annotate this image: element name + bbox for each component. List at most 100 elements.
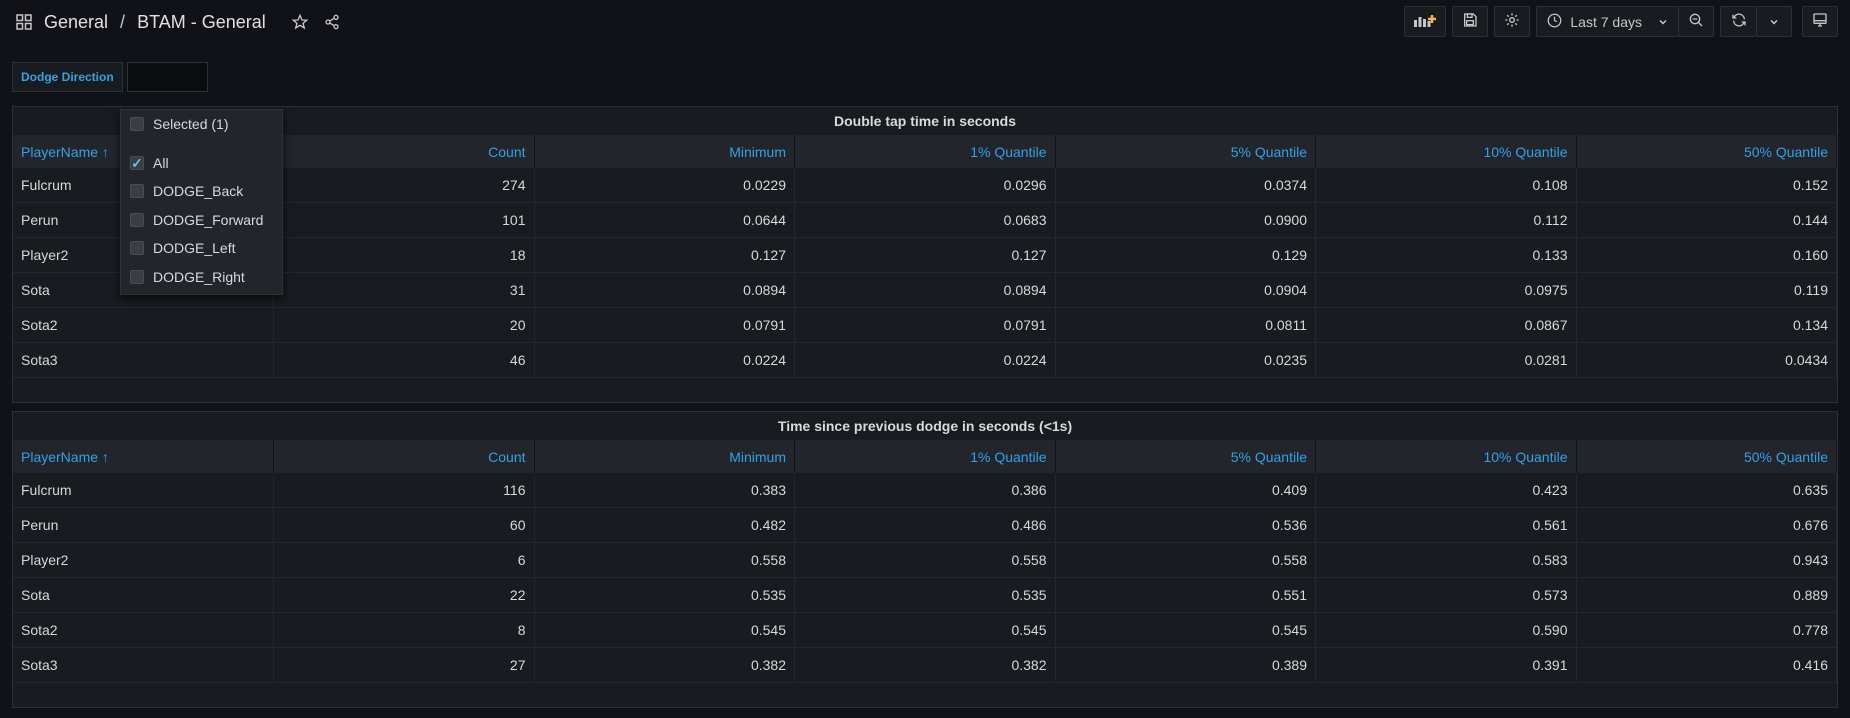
option-item[interactable]: DODGE_Left <box>121 234 282 263</box>
column-header[interactable]: 10% Quantile <box>1315 440 1577 473</box>
table-cell: 0.409 <box>1055 473 1316 508</box>
table-cell: 0.535 <box>794 577 1056 613</box>
table-cell: 0.0644 <box>534 202 795 238</box>
dashboard-title[interactable]: BTAM - General <box>137 12 266 33</box>
table-cell: 0.889 <box>1576 577 1837 613</box>
table-cell: Fulcrum <box>13 473 274 508</box>
column-header[interactable]: 50% Quantile <box>1576 440 1837 473</box>
option-label: DODGE_Left <box>153 240 236 257</box>
share-icon[interactable] <box>320 10 344 34</box>
table-cell: 0.0434 <box>1576 342 1837 378</box>
table-cell: 0.0791 <box>794 307 1056 343</box>
dodge-direction-select[interactable] <box>126 62 208 92</box>
checkbox[interactable] <box>130 241 144 256</box>
chevron-down-icon <box>1658 14 1668 30</box>
time-range-label: Last 7 days <box>1570 13 1642 30</box>
save-dashboard-button[interactable] <box>1452 6 1489 37</box>
table-cell: Sota2 <box>13 307 274 343</box>
variable-options-dropdown: Selected (1) All DODGE_Back DODGE_Forward D… <box>120 109 283 295</box>
refresh-group <box>1720 6 1792 37</box>
table-cell: 0.133 <box>1315 237 1577 273</box>
table-cell: 0.160 <box>1576 237 1837 273</box>
table-cell: 0.0904 <box>1055 272 1316 308</box>
table-cell: 6 <box>273 542 535 578</box>
table-cell: 0.943 <box>1576 542 1837 578</box>
monitor-icon <box>1812 12 1828 31</box>
table-cell: 0.391 <box>1315 647 1577 683</box>
table-row: Fulcrum 274 0.0229 0.0296 0.0374 0.108 0.152 <box>13 168 1837 203</box>
add-panel-button[interactable] <box>1404 6 1447 37</box>
column-header[interactable]: 1% Quantile <box>794 135 1056 168</box>
checkbox[interactable] <box>130 212 144 227</box>
table-cell: 22 <box>273 577 535 613</box>
table-cell: 0.112 <box>1315 202 1577 238</box>
option-item[interactable]: DODGE_Forward <box>121 206 282 235</box>
table-cell: 0.129 <box>1055 237 1316 273</box>
table-cell: 0.0791 <box>534 307 795 343</box>
checkbox[interactable] <box>130 184 144 199</box>
table-row: Perun 101 0.0644 0.0683 0.0900 0.112 0.144 <box>13 202 1837 238</box>
tv-mode-button[interactable] <box>1802 6 1838 37</box>
data-table: PlayerName ↑ Count Minimum 1% Quantile 5% Qu… <box>13 135 1837 378</box>
option-label: DODGE_Forward <box>153 211 264 228</box>
table-cell: 0.635 <box>1576 473 1837 508</box>
dashboards-grid-icon[interactable] <box>12 10 36 34</box>
checkbox[interactable] <box>130 269 144 284</box>
table-cell: 0.535 <box>534 577 795 613</box>
breadcrumb-folder[interactable]: General <box>44 12 108 33</box>
table-cell: 274 <box>273 168 535 203</box>
option-item[interactable]: All <box>121 149 282 178</box>
table-cell: 0.676 <box>1576 507 1837 543</box>
column-header[interactable]: Minimum <box>534 135 795 168</box>
table-cell: 0.423 <box>1315 473 1577 508</box>
panel-title: Double tap time in seconds <box>833 113 1017 129</box>
option-item[interactable]: DODGE_Back <box>121 177 282 206</box>
table-cell: 18 <box>273 237 535 273</box>
time-range-picker[interactable]: Last 7 days <box>1536 6 1678 37</box>
table-cell: 0.0229 <box>534 168 795 203</box>
table-cell: 0.778 <box>1576 612 1837 648</box>
refresh-interval-button[interactable] <box>1756 6 1792 37</box>
table-cell: 0.389 <box>1055 647 1316 683</box>
checkbox[interactable] <box>130 117 144 132</box>
star-icon[interactable] <box>288 10 312 34</box>
table-row: Perun 60 0.482 0.486 0.536 0.561 0.676 <box>13 507 1837 543</box>
table-cell: 0.144 <box>1576 202 1837 238</box>
column-header[interactable]: Count <box>273 135 535 168</box>
refresh-button[interactable] <box>1720 6 1756 37</box>
table-cell: 60 <box>273 507 535 543</box>
table-cell: 0.536 <box>1055 507 1316 543</box>
table-cell: 0.558 <box>534 542 795 578</box>
table-cell: 0.0900 <box>1055 202 1316 238</box>
table-cell: 0.545 <box>794 612 1056 648</box>
table-cell: 0.0281 <box>1315 342 1577 378</box>
table-cell: 0.0296 <box>794 168 1056 203</box>
column-header[interactable]: 5% Quantile <box>1055 440 1316 473</box>
column-header[interactable]: Minimum <box>534 440 795 473</box>
table-cell: 0.127 <box>534 237 795 273</box>
column-header[interactable]: 5% Quantile <box>1055 135 1316 168</box>
table-cell: 0.0224 <box>534 342 795 378</box>
zoom-out-button[interactable] <box>1678 6 1714 37</box>
table-cell: 0.0894 <box>534 272 795 308</box>
table-cell: 0.545 <box>1055 612 1316 648</box>
panel-time-since-dodge: Time since previous dodge in seconds (<1… <box>12 411 1838 708</box>
dashboard-settings-button[interactable] <box>1494 6 1531 37</box>
column-header[interactable]: 50% Quantile <box>1576 135 1837 168</box>
column-header[interactable]: PlayerName ↑ <box>13 440 274 473</box>
column-header[interactable]: Count <box>273 440 535 473</box>
selected-toggle[interactable]: Selected (1) <box>121 110 282 139</box>
table-cell: 0.0683 <box>794 202 1056 238</box>
column-header[interactable]: 10% Quantile <box>1315 135 1577 168</box>
data-table: PlayerName ↑ Count Minimum 1% Quantile 5% Qu… <box>13 440 1837 683</box>
table-cell: 0.0224 <box>794 342 1056 378</box>
option-item[interactable]: DODGE_Right <box>121 263 282 292</box>
option-label: DODGE_Back <box>153 183 244 200</box>
variable-label: Dodge Direction <box>12 62 123 92</box>
toolbar: Last 7 days <box>1404 6 1838 37</box>
panel-title: Time since previous dodge in seconds (<1… <box>777 418 1073 434</box>
table-cell: 0.108 <box>1315 168 1577 203</box>
table-cell: 0.486 <box>794 507 1056 543</box>
column-header[interactable]: 1% Quantile <box>794 440 1056 473</box>
checkbox-checked[interactable] <box>130 155 144 170</box>
